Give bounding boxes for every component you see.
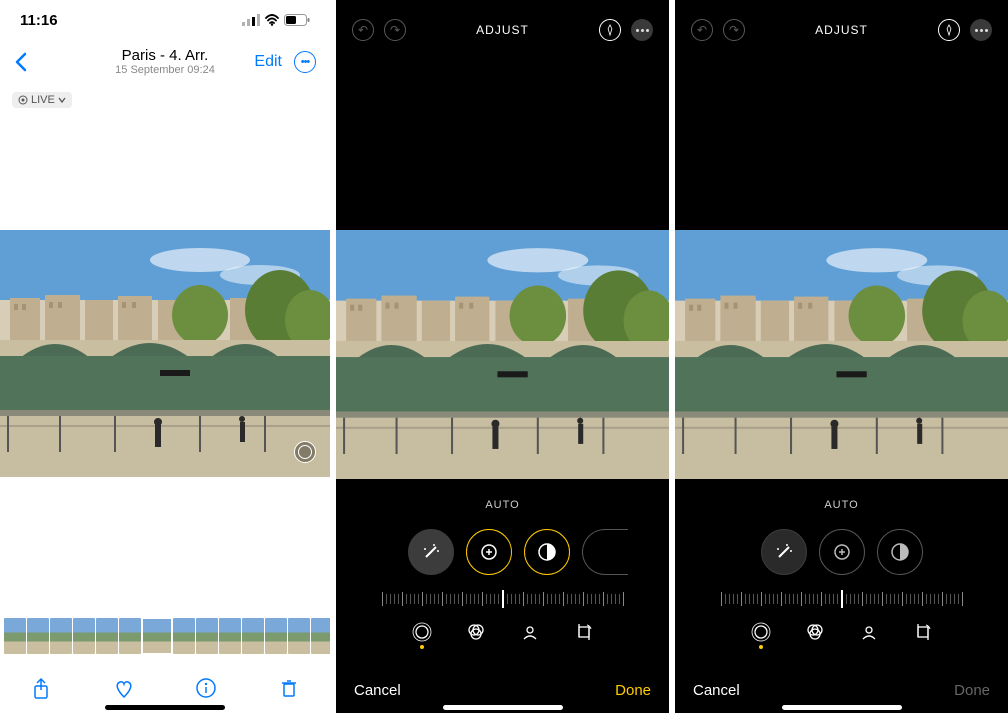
thumbnail[interactable] (196, 618, 218, 654)
live-photo-indicator-icon (294, 441, 316, 463)
brilliance-tool[interactable] (877, 529, 923, 575)
thumbnail[interactable] (219, 618, 241, 654)
info-button[interactable] (195, 677, 217, 699)
more-options-button[interactable] (631, 19, 653, 41)
portrait-tab[interactable] (519, 621, 541, 643)
edit-photo-preview[interactable] (336, 230, 669, 479)
edit-mode-title: ADJUST (815, 23, 868, 37)
photo-viewer-pane: 11:16 Paris - 4. Arr. 15 September 09:24… (0, 0, 330, 713)
redo-button[interactable]: ↷ (723, 19, 745, 41)
photo-edit-pane-active: ↶ ↷ ADJUST AUTO Cancel (336, 0, 669, 713)
crop-tab[interactable] (912, 621, 934, 643)
cancel-button[interactable]: Cancel (693, 682, 740, 699)
thumbnail[interactable] (4, 618, 26, 654)
edit-mode-title: ADJUST (476, 23, 529, 37)
status-icons (242, 14, 310, 26)
thumbnail[interactable] (311, 618, 330, 654)
main-photo[interactable] (0, 230, 330, 477)
markup-button[interactable] (938, 19, 960, 41)
edit-top-bar: ↶ ↷ ADJUST (675, 0, 1008, 60)
adjustment-tools (336, 529, 669, 575)
adjust-tab[interactable] (750, 621, 772, 643)
exposure-tool[interactable] (466, 529, 512, 575)
exposure-tool[interactable] (819, 529, 865, 575)
filters-tab[interactable] (465, 621, 487, 643)
thumbnail[interactable] (242, 618, 264, 654)
favorite-button[interactable] (113, 677, 135, 699)
redo-button[interactable]: ↷ (384, 19, 406, 41)
edit-mode-tabs (336, 621, 669, 643)
adjustment-tools (675, 529, 1008, 575)
thumbnail[interactable] (265, 618, 287, 654)
photo-filmstrip[interactable] (0, 617, 330, 655)
home-indicator[interactable] (782, 705, 902, 710)
adjustment-slider[interactable] (356, 587, 649, 611)
edit-bottom-bar: Cancel Done (675, 682, 1008, 699)
edit-top-bar: ↶ ↷ ADJUST (336, 0, 669, 60)
thumbnail[interactable] (288, 618, 310, 654)
cellular-icon (242, 14, 260, 26)
auto-enhance-tool[interactable] (408, 529, 454, 575)
crop-tab[interactable] (573, 621, 595, 643)
portrait-tab[interactable] (858, 621, 880, 643)
current-adjustment-label: AUTO (675, 499, 1008, 511)
thumbnail-selected[interactable] (142, 618, 172, 654)
live-photo-badge[interactable]: LIVE (12, 92, 72, 108)
auto-enhance-tool[interactable] (761, 529, 807, 575)
next-tool-peek[interactable] (582, 529, 628, 575)
status-time: 11:16 (20, 12, 58, 29)
brilliance-tool[interactable] (524, 529, 570, 575)
thumbnail[interactable] (173, 618, 195, 654)
filters-tab[interactable] (804, 621, 826, 643)
done-button-disabled: Done (954, 682, 990, 699)
more-options-button[interactable] (970, 19, 992, 41)
thumbnail[interactable] (96, 618, 118, 654)
more-options-button[interactable]: ••• (294, 51, 316, 73)
edit-photo-preview[interactable] (675, 230, 1008, 479)
cancel-button[interactable]: Cancel (354, 682, 401, 699)
thumbnail[interactable] (119, 618, 141, 654)
edit-bottom-bar: Cancel Done (336, 682, 669, 699)
adjust-tab[interactable] (411, 621, 433, 643)
bottom-toolbar (0, 677, 330, 699)
nav-title-group: Paris - 4. Arr. 15 September 09:24 (115, 48, 215, 77)
thumbnail[interactable] (27, 618, 49, 654)
home-indicator[interactable] (443, 705, 563, 710)
back-button[interactable] (14, 51, 28, 73)
delete-button[interactable] (278, 677, 300, 699)
chevron-down-icon (58, 96, 66, 104)
thumbnail[interactable] (73, 618, 95, 654)
battery-icon (284, 14, 310, 26)
edit-button[interactable]: Edit (254, 53, 282, 71)
share-button[interactable] (30, 677, 52, 699)
adjustment-slider[interactable] (695, 587, 988, 611)
thumbnail[interactable] (50, 618, 72, 654)
undo-button[interactable]: ↶ (691, 19, 713, 41)
nav-header: Paris - 4. Arr. 15 September 09:24 Edit … (0, 40, 330, 84)
current-adjustment-label: AUTO (336, 499, 669, 511)
markup-button[interactable] (599, 19, 621, 41)
photo-datetime: 15 September 09:24 (115, 64, 215, 76)
live-badge-label: LIVE (31, 94, 55, 106)
home-indicator[interactable] (105, 705, 225, 710)
wifi-icon (264, 14, 280, 26)
photo-location-title: Paris - 4. Arr. (115, 48, 215, 65)
undo-button[interactable]: ↶ (352, 19, 374, 41)
edit-mode-tabs (675, 621, 1008, 643)
status-bar: 11:16 (0, 0, 330, 40)
photo-edit-pane-initial: ↶ ↷ ADJUST AUTO Cancel Don (675, 0, 1008, 713)
done-button[interactable]: Done (615, 682, 651, 699)
